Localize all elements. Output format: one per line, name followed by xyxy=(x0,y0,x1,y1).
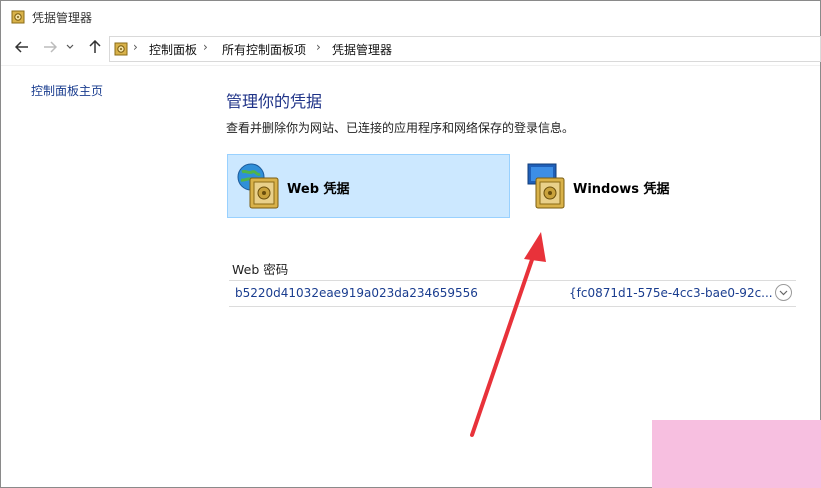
annotation-arrow xyxy=(470,232,546,437)
decorative-overlay xyxy=(652,420,821,488)
